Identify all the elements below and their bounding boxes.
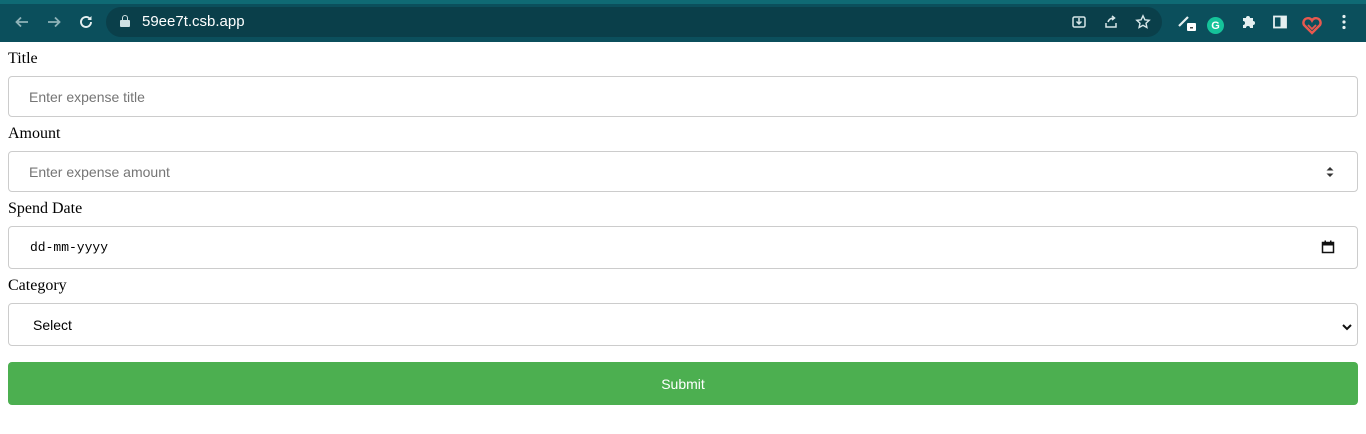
reload-icon[interactable] <box>72 8 100 36</box>
address-bar[interactable]: 59ee7t.csb.app <box>106 7 1162 37</box>
title-label: Title <box>8 50 38 67</box>
side-panel-icon[interactable] <box>1266 8 1294 36</box>
submit-button[interactable]: Submit <box>8 362 1358 405</box>
number-spinner-icon[interactable] <box>1325 165 1335 179</box>
calendar-icon[interactable] <box>1321 240 1335 254</box>
share-icon[interactable] <box>1098 9 1124 35</box>
menu-kebab-icon[interactable] <box>1330 8 1358 36</box>
spend-date-label: Spend Date <box>8 200 83 217</box>
spend-date-input[interactable]: dd-mm-yyyy <box>8 226 1358 269</box>
back-icon[interactable] <box>8 8 36 36</box>
url-text: 59ee7t.csb.app <box>142 13 245 30</box>
chevron-down-icon <box>1341 320 1353 332</box>
category-selected-value: Select <box>33 317 72 333</box>
category-label: Category <box>8 277 67 294</box>
lock-icon <box>120 15 130 27</box>
bookmark-star-icon[interactable] <box>1130 9 1156 35</box>
amount-placeholder: Enter expense amount <box>29 164 170 180</box>
amount-label: Amount <box>8 125 61 142</box>
heart-extension-icon[interactable] <box>1301 14 1323 36</box>
date-value: dd-mm-yyyy <box>30 240 109 255</box>
category-select[interactable]: Select <box>8 303 1358 346</box>
install-icon[interactable] <box>1066 9 1092 35</box>
extensions-puzzle-icon[interactable] <box>1234 8 1262 36</box>
amount-input[interactable]: Enter expense amount <box>8 151 1358 192</box>
title-input[interactable]: Enter expense title <box>8 76 1358 117</box>
pen-extension-icon[interactable] <box>1173 8 1201 36</box>
grammarly-icon[interactable]: G <box>1207 17 1224 34</box>
browser-toolbar: 59ee7t.csb.app G <box>0 0 1366 42</box>
forward-icon[interactable] <box>40 8 68 36</box>
title-placeholder: Enter expense title <box>29 89 145 105</box>
